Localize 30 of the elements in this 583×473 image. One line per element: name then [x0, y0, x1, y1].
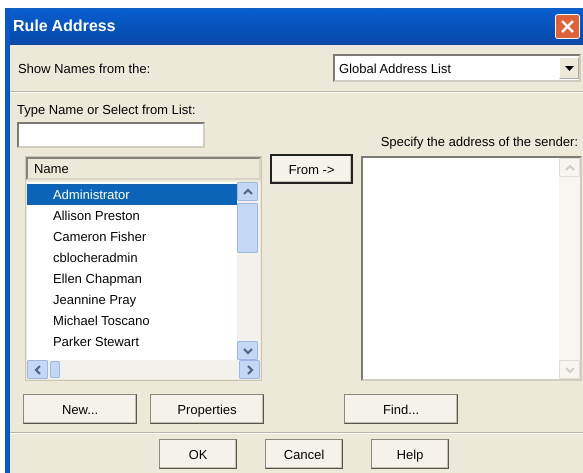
name-list-item[interactable]: Allison Preston — [27, 205, 237, 226]
window-title: Rule Address — [13, 18, 116, 36]
scroll-down-button[interactable] — [237, 341, 258, 360]
new-button[interactable]: New... — [23, 394, 137, 424]
scroll-left-button[interactable] — [27, 360, 48, 379]
properties-button[interactable]: Properties — [150, 394, 264, 424]
name-list-item[interactable]: Michael Toscano — [27, 310, 237, 331]
column-header[interactable]: Name — [26, 157, 261, 180]
name-list-item[interactable]: cblocheradmin — [27, 247, 237, 268]
name-list-item[interactable]: Jeannine Pray — [27, 289, 237, 310]
name-input-field[interactable] — [17, 122, 205, 148]
type-name-label: Type Name or Select from List: — [17, 102, 196, 117]
sender-label: Specify the address of the sender: — [380, 134, 578, 149]
name-list-item[interactable]: Administrator — [27, 184, 237, 205]
show-names-label: Show Names from the: — [18, 60, 150, 76]
scrollbar-thumb[interactable] — [237, 203, 258, 253]
from-button[interactable]: From -> — [270, 154, 353, 184]
scrollbar-thumb[interactable] — [50, 361, 60, 378]
scroll-up-button[interactable] — [237, 182, 258, 201]
address-list-dropdown[interactable]: Global Address List — [333, 54, 581, 82]
cancel-button[interactable]: Cancel — [265, 439, 343, 469]
close-icon — [560, 19, 575, 34]
help-button[interactable]: Help — [371, 439, 449, 469]
name-list-item[interactable]: Parker Stewart — [27, 331, 237, 352]
ok-button[interactable]: OK — [159, 439, 237, 469]
find-button[interactable]: Find... — [344, 394, 458, 424]
name-list-item[interactable]: Cameron Fisher — [27, 226, 237, 247]
close-button[interactable] — [555, 14, 580, 39]
scroll-right-button[interactable] — [239, 360, 260, 379]
name-list-item[interactable]: Ellen Chapman — [27, 268, 237, 289]
